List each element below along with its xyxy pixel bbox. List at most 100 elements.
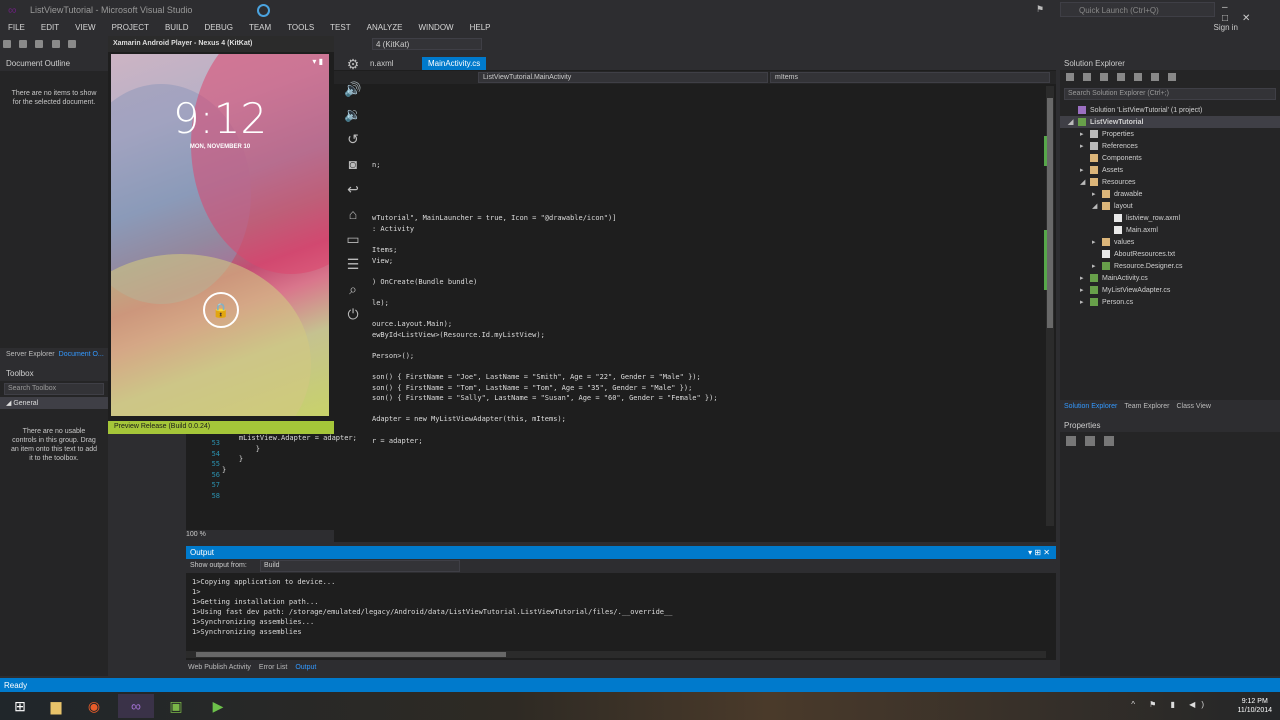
code-line[interactable] (372, 425, 1042, 436)
tab-error-list[interactable]: Error List (259, 664, 287, 671)
code-line[interactable] (372, 150, 1042, 161)
code-line[interactable]: Person>(); (372, 351, 1042, 362)
tree-item[interactable]: ▸ Resource.Designer.cs (1060, 260, 1280, 272)
windows-start-icon[interactable]: ⊞ (2, 694, 38, 718)
tree-item[interactable]: ▸ values (1060, 236, 1280, 248)
code-line[interactable]: mListView.Adapter = adapter; (222, 433, 382, 444)
tree-item[interactable]: ◢ layout (1060, 200, 1280, 212)
notification-icon[interactable] (257, 4, 270, 17)
tree-item[interactable]: AboutResources.txt (1060, 248, 1280, 260)
code-line[interactable] (372, 308, 1042, 319)
code-line[interactable] (372, 128, 1042, 139)
forward-icon[interactable] (19, 40, 28, 48)
toolbox-group-general[interactable]: ◢ General (0, 397, 108, 409)
output-source-select[interactable]: Build (260, 560, 460, 572)
code-line[interactable]: ource.Layout.Main); (372, 319, 1042, 330)
menu-window[interactable]: WINDOW (419, 23, 454, 32)
menu-debug[interactable]: DEBUG (205, 23, 233, 32)
menu-test[interactable]: TEST (330, 23, 350, 32)
code-line[interactable]: son() { FirstName = "Sally", LastName = … (372, 393, 1042, 404)
code-text[interactable]: n; wTutorial", MainLauncher = true, Icon… (372, 86, 1042, 526)
rotate-icon[interactable]: ↺ (338, 131, 368, 156)
code-line[interactable] (372, 234, 1042, 245)
tree-item[interactable]: ▸ Properties (1060, 128, 1280, 140)
code-line[interactable]: son() { FirstName = "Tom", LastName = "T… (372, 383, 1042, 394)
menu-build[interactable]: BUILD (165, 23, 189, 32)
menu-file[interactable]: FILE (8, 23, 25, 32)
home-icon[interactable] (1100, 73, 1108, 81)
refresh-icon[interactable] (1134, 73, 1142, 81)
code-line[interactable] (372, 107, 1042, 118)
code-line[interactable] (372, 192, 1042, 203)
tab-main-axml[interactable]: n.axml (364, 57, 400, 70)
tree-item[interactable]: ▸ MainActivity.cs (1060, 272, 1280, 284)
tree-item[interactable]: ◢ ListViewTutorial (1060, 116, 1280, 128)
code-line[interactable] (372, 404, 1042, 415)
expand-arrow-icon[interactable]: ▸ (1092, 238, 1102, 246)
code-line[interactable] (372, 266, 1042, 277)
code-line[interactable]: } (222, 444, 382, 455)
tab-mainactivity-cs[interactable]: MainActivity.cs (422, 57, 487, 70)
code-line[interactable] (222, 486, 382, 497)
menu-team[interactable]: TEAM (249, 23, 271, 32)
tab-document-outline[interactable]: Document O... (59, 351, 104, 358)
tree-item[interactable]: ▸ MyListViewAdapter.cs (1060, 284, 1280, 296)
tab-web-publish[interactable]: Web Publish Activity (188, 664, 251, 671)
menu-edit[interactable]: EDIT (41, 23, 59, 32)
code-line[interactable]: wTutorial", MainLauncher = true, Icon = … (372, 213, 1042, 224)
tree-item[interactable]: listview_row.axml (1060, 212, 1280, 224)
tree-item[interactable]: ▸ References (1060, 140, 1280, 152)
visual-studio-icon[interactable]: ∞ (118, 694, 154, 718)
expand-arrow-icon[interactable]: ▸ (1080, 130, 1090, 138)
code-line[interactable] (372, 97, 1042, 108)
home-icon[interactable]: ⌂ (338, 206, 368, 231)
tree-item[interactable]: ▸ Person.cs (1060, 296, 1280, 308)
pin-close-icon[interactable]: ▾ ⊞ ✕ (1028, 548, 1050, 557)
back-icon[interactable]: ↩ (338, 181, 368, 206)
tab-class-view[interactable]: Class View (1176, 403, 1211, 410)
taskbar-clock[interactable]: 9:12 PM 11/10/2014 (1237, 697, 1272, 715)
code-line[interactable]: n; (372, 160, 1042, 171)
code-line[interactable] (372, 139, 1042, 150)
code-line[interactable]: Adapter = new MyListViewAdapter(this, mI… (372, 414, 1042, 425)
code-line[interactable]: : Activity (372, 224, 1042, 235)
code-line[interactable] (372, 287, 1042, 298)
expand-arrow-icon[interactable]: ▸ (1092, 262, 1102, 270)
code-line[interactable] (372, 181, 1042, 192)
tab-team-explorer[interactable]: Team Explorer (1124, 403, 1169, 410)
tree-item[interactable]: ▸ Assets (1060, 164, 1280, 176)
menu-project[interactable]: PROJECT (112, 23, 149, 32)
code-line[interactable]: } (222, 454, 382, 465)
search-icon[interactable]: ⌕ (338, 281, 368, 306)
code-line[interactable]: ) OnCreate(Bundle bundle) (372, 277, 1042, 288)
scroll-thumb[interactable] (1047, 98, 1053, 328)
menu-help[interactable]: HELP (470, 23, 491, 32)
output-scrollbar[interactable] (186, 651, 1046, 658)
editor-scrollbar[interactable] (1046, 86, 1054, 526)
volume-down-icon[interactable]: 🔉 (338, 106, 368, 131)
menu-view[interactable]: VIEW (75, 23, 95, 32)
code-line[interactable]: Items; (372, 245, 1042, 256)
power-icon[interactable]: ⏻ (338, 306, 368, 331)
member-dropdown[interactable]: mItems (770, 72, 1050, 83)
code-line[interactable] (222, 475, 382, 486)
quick-launch-input[interactable]: Quick Launch (Ctrl+Q) (1060, 2, 1215, 17)
menu-tools[interactable]: TOOLS (287, 23, 314, 32)
chrome-icon[interactable]: ◉ (76, 694, 112, 718)
android-tool-icon[interactable]: ▣ (158, 694, 194, 718)
code-line[interactable]: le); (372, 298, 1042, 309)
categorized-icon[interactable] (1066, 436, 1076, 446)
wrench-icon[interactable] (1104, 436, 1114, 446)
back-icon[interactable] (3, 40, 11, 48)
scroll-thumb[interactable] (196, 652, 506, 657)
tree-item[interactable]: Components (1060, 152, 1280, 164)
expand-arrow-icon[interactable]: ▸ (1080, 298, 1090, 306)
expand-arrow-icon[interactable]: ▸ (1092, 190, 1102, 198)
save-icon[interactable] (67, 40, 76, 48)
collapse-icon[interactable] (1151, 73, 1159, 81)
tree-item[interactable]: Solution 'ListViewTutorial' (1 project) (1060, 104, 1280, 116)
system-tray-icons[interactable]: ^ ⚑ ▮ ◀) (1131, 700, 1210, 709)
code-line[interactable]: son() { FirstName = "Joe", LastName = "S… (372, 372, 1042, 383)
volume-up-icon[interactable]: 🔊 (338, 81, 368, 106)
code-line[interactable]: View; (372, 256, 1042, 267)
